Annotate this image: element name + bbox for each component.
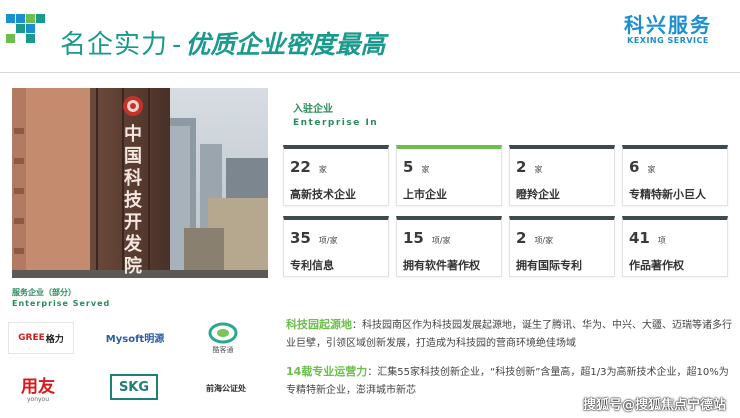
stat-unit: 家 <box>318 165 327 174</box>
ktong-name: 酷客通 <box>212 345 234 354</box>
yonyou-logo: 用友 yonyou <box>14 376 62 404</box>
title-main: 名企实力 <box>60 30 169 60</box>
stat-value: 6家 <box>629 159 727 178</box>
qianhai-logo: 前海公证处 <box>206 383 246 393</box>
stat-value: 35 项/家 <box>290 230 388 249</box>
stat-value: 22 家 <box>290 159 388 178</box>
paragraph-operation-keyword: 14载专业运营力 <box>286 365 368 378</box>
stat-card: 35 项/家专利信息 <box>283 216 389 277</box>
stat-number: 41 <box>629 229 650 247</box>
slide: 名企实力 - 优质企业密度最高 科兴服务 KEXING SERVICE 中 国 … <box>0 0 740 418</box>
stat-unit: 项/家 <box>431 236 451 245</box>
sign-char: 院 <box>124 256 142 277</box>
stat-card: 41 项作品著作权 <box>622 216 728 277</box>
stat-card: 6 家专精特新小巨人 <box>622 145 728 206</box>
stat-card: 22 家高新技术企业 <box>283 145 389 206</box>
header-divider <box>0 72 740 73</box>
clients-label-en: Enterprise Served <box>12 299 111 308</box>
stat-number: 5 <box>403 158 414 176</box>
stat-number: 2 <box>516 158 527 176</box>
brand-logo: 科兴服务 KEXING SERVICE <box>624 14 712 45</box>
clients-label-cn: 服务企业（部分） <box>12 288 76 297</box>
stat-label: 专精特新小巨人 <box>629 188 706 201</box>
stat-unit: 项/家 <box>534 236 554 245</box>
stats-grid: 22 家高新技术企业 5 家上市企业 2 家瞪羚企业 6 家专精特新小巨人 35 项/家 专利信息 1… <box>283 145 735 277</box>
stat-label: 瞪羚企业 <box>516 188 560 201</box>
stat-unit: 项/家 <box>318 236 338 245</box>
stat-number: 35 <box>290 229 311 247</box>
yonyou-cn: 用友 <box>21 376 55 397</box>
stat-value: 15 项/家 <box>403 230 501 249</box>
brand-name-en: KEXING SERVICE <box>627 36 709 45</box>
stat-value: 41 项 <box>629 230 727 249</box>
stat-unit: 家 <box>647 165 656 174</box>
stat-card: 15 项/家拥有软件著作权 <box>396 216 502 277</box>
mysoft-logo: Mysoft明源 <box>105 333 165 345</box>
ktong-mark-icon <box>208 322 238 343</box>
stat-value: 2家 <box>516 159 614 178</box>
yonyou-en: yonyou <box>26 395 50 403</box>
stat-label: 上市企业 <box>403 188 447 201</box>
stat-number: 15 <box>403 229 424 247</box>
stat-label: 拥有国际专利 <box>516 259 582 272</box>
stat-value: 5家 <box>403 159 501 178</box>
watermark: 搜狐号@搜狐焦点宁德站 <box>582 398 726 413</box>
skg-logo: SKG <box>110 374 158 400</box>
stat-number: 22 <box>290 158 311 176</box>
stat-label: 专利信息 <box>290 259 334 272</box>
stat-label: 高新技术企业 <box>290 188 356 201</box>
gree-mark: GREE <box>18 333 45 343</box>
ktong-logo: 酷客通 <box>200 320 246 356</box>
gree-logo: GREE 格力 <box>8 322 74 354</box>
stat-number: 2 <box>516 229 527 247</box>
pixel-logo-icon <box>6 14 46 43</box>
gree-cn: 格力 <box>45 334 64 345</box>
stat-number: 6 <box>629 158 640 176</box>
title-sub: 优质企业密度最高 <box>185 30 386 59</box>
stat-card: 2 项/家拥有国际专利 <box>509 216 615 277</box>
building-photo: 中 国 科 技 开 发 院 <box>12 88 268 278</box>
enterprise-in-label-cn: 入驻企业 <box>293 104 333 115</box>
clients-label: 服务企业（部分） Enterprise Served <box>12 287 110 310</box>
title-dash: - <box>172 30 182 60</box>
enterprise-in-label: 入驻企业 Enterprise In <box>293 103 378 130</box>
stat-unit: 家 <box>534 165 543 174</box>
stat-label: 拥有软件著作权 <box>403 259 480 272</box>
stat-label: 作品著作权 <box>629 259 684 272</box>
stat-unit: 项 <box>657 236 666 245</box>
stat-value: 2 项/家 <box>516 230 614 249</box>
paragraph-origin-keyword: 科技园起源地 <box>286 318 352 331</box>
enterprise-in-label-en: Enterprise In <box>293 118 379 128</box>
paragraph-origin-text: ：科技园南区作为科技园发展起源地，诞生了腾讯、华为、中兴、大疆、迈瑞等诸多行业巨… <box>286 320 732 349</box>
stat-card: 5 家上市企业 <box>396 145 502 206</box>
stat-unit: 家 <box>421 165 430 174</box>
page-title: 名企实力 - 优质企业密度最高 <box>60 24 386 60</box>
brand-name: 科兴服务 <box>624 13 712 37</box>
paragraph-origin: 科技园起源地：科技园南区作为科技园发展起源地，诞生了腾讯、华为、中兴、大疆、迈瑞… <box>286 316 736 353</box>
stat-card: 2 家瞪羚企业 <box>509 145 615 206</box>
